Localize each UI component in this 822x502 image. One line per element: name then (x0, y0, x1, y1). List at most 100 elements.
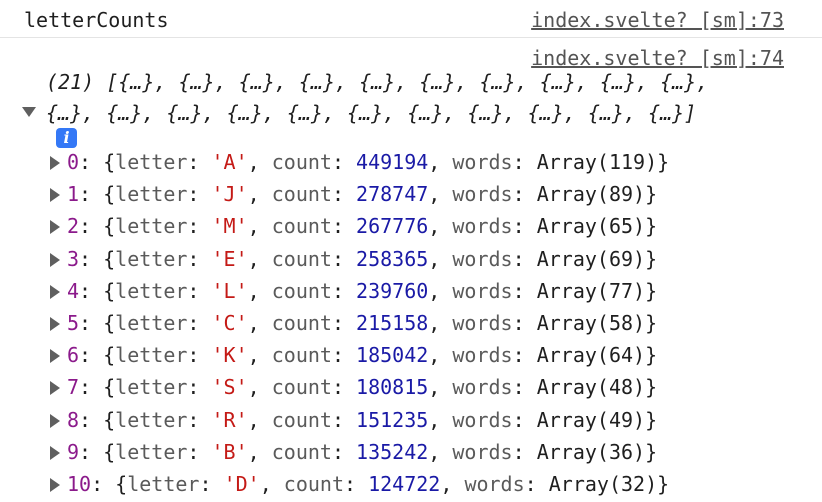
array-entry-row[interactable]: 6: {letter: 'K', count: 185042, words: A… (50, 341, 657, 369)
count-key: count (271, 311, 332, 335)
words-value: Array(69) (536, 246, 646, 271)
info-icon[interactable]: i (56, 128, 77, 148)
words-key: words (452, 246, 513, 271)
expand-caret-icon[interactable] (50, 478, 60, 492)
punctuation: : { (91, 472, 128, 496)
words-key: words (452, 214, 513, 239)
array-entry-row[interactable]: 10: {letter: 'D', count: 124722, words: … (50, 470, 669, 498)
array-summary-line-1[interactable]: (21) [{…}, {…}, {…}, {…}, {…}, {…}, {…},… (46, 68, 708, 96)
punctuation: , (247, 278, 272, 303)
punctuation: : { (79, 278, 116, 303)
words-key: words (452, 343, 513, 368)
log-label: letterCounts (24, 8, 169, 32)
entry-index: 3 (67, 246, 80, 271)
punctuation: : (512, 182, 537, 207)
expand-caret-icon[interactable] (50, 445, 60, 460)
entry-index: 4 (67, 278, 80, 303)
letter-key: letter (115, 214, 188, 239)
count-value: 267776 (356, 214, 429, 239)
words-key: words (464, 472, 525, 496)
expand-caret-icon[interactable] (50, 349, 60, 364)
console-divider (0, 37, 822, 38)
letter-value: 'B' (211, 439, 248, 464)
punctuation: , (247, 150, 272, 174)
punctuation: : (512, 214, 537, 239)
expand-caret-icon[interactable] (50, 284, 60, 299)
count-key: count (283, 472, 344, 496)
punctuation: : (331, 375, 357, 400)
punctuation: , (428, 439, 453, 464)
punctuation: : (512, 278, 537, 303)
punctuation: : { (79, 214, 116, 239)
expand-caret-icon[interactable] (50, 188, 60, 203)
punctuation: } (645, 311, 658, 335)
punctuation: : (331, 439, 357, 464)
entry-index: 9 (67, 439, 80, 464)
letter-key: letter (127, 472, 200, 496)
source-link-73[interactable]: index.svelte? [sm]:73 (531, 6, 784, 34)
letter-value: 'K' (211, 343, 248, 368)
words-key: words (452, 375, 513, 400)
expand-caret-icon[interactable] (50, 381, 60, 396)
punctuation: : (187, 246, 212, 271)
punctuation: } (645, 278, 658, 303)
array-entry-row[interactable]: 2: {letter: 'M', count: 267776, words: A… (50, 212, 657, 240)
punctuation: } (645, 439, 658, 464)
punctuation: , (428, 150, 453, 174)
array-entry-row[interactable]: 3: {letter: 'E', count: 258365, words: A… (50, 245, 657, 273)
words-key: words (452, 150, 513, 174)
entry-index: 8 (67, 407, 80, 432)
array-entry-row[interactable]: 9: {letter: 'B', count: 135242, words: A… (50, 438, 657, 466)
punctuation: : (512, 150, 537, 174)
words-value: Array(77) (536, 278, 646, 303)
punctuation: : (512, 407, 537, 432)
words-value: Array(58) (536, 311, 646, 335)
punctuation: , (428, 246, 453, 271)
letter-key: letter (115, 439, 188, 464)
array-entry-row[interactable]: 7: {letter: 'S', count: 180815, words: A… (50, 373, 657, 401)
count-value: 215158 (356, 311, 429, 335)
punctuation: : (524, 472, 549, 496)
punctuation: , (428, 182, 453, 207)
letter-key: letter (115, 150, 188, 174)
count-value: 258365 (356, 246, 429, 271)
count-value: 185042 (356, 343, 429, 368)
punctuation: : (331, 343, 357, 368)
punctuation: } (645, 407, 658, 432)
expand-caret-icon[interactable] (50, 252, 60, 267)
words-value: Array(48) (536, 375, 646, 400)
array-entry-row[interactable]: 0: {letter: 'A', count: 449194, words: A… (50, 148, 669, 176)
array-entry-row[interactable]: 1: {letter: 'J', count: 278747, words: A… (50, 180, 657, 208)
expand-caret-icon[interactable] (50, 413, 60, 428)
array-summary-line-2[interactable]: {…}, {…}, {…}, {…}, {…}, {…}, {…}, {…}, … (46, 99, 696, 127)
punctuation: : (187, 311, 212, 335)
punctuation: , (428, 407, 453, 432)
count-value: 180815 (356, 375, 429, 400)
punctuation: : { (79, 439, 116, 464)
expand-caret-icon[interactable] (50, 220, 60, 235)
letter-key: letter (115, 182, 188, 207)
array-entry-row[interactable]: 8: {letter: 'R', count: 151235, words: A… (50, 406, 657, 434)
entry-index: 10 (67, 472, 92, 496)
punctuation: , (247, 439, 272, 464)
punctuation: : (199, 472, 224, 496)
punctuation: , (428, 343, 453, 368)
words-key: words (452, 278, 513, 303)
punctuation: : (512, 311, 537, 335)
punctuation: : (512, 375, 537, 400)
expand-triangle-icon[interactable] (22, 107, 36, 117)
punctuation: : { (79, 343, 116, 368)
count-value: 151235 (356, 407, 429, 432)
punctuation: } (645, 182, 658, 207)
array-entry-row[interactable]: 4: {letter: 'L', count: 239760, words: A… (50, 277, 657, 305)
entry-index: 1 (67, 182, 80, 207)
count-key: count (271, 246, 332, 271)
letter-key: letter (115, 343, 188, 368)
expand-caret-icon[interactable] (50, 317, 60, 331)
entry-index: 2 (67, 214, 80, 239)
expand-caret-icon[interactable] (50, 156, 60, 170)
words-key: words (452, 439, 513, 464)
punctuation: , (428, 311, 453, 335)
array-entry-row[interactable]: 5: {letter: 'C', count: 215158, words: A… (50, 309, 657, 337)
punctuation: : (331, 278, 357, 303)
